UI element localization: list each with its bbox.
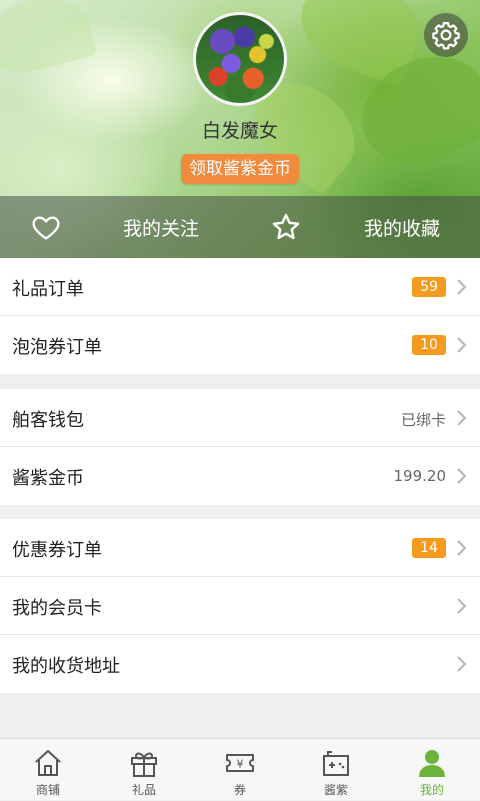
my-favorites-link[interactable]: 我的收藏 <box>240 196 480 258</box>
tab-coupons[interactable]: ¥ 券 <box>192 739 288 801</box>
settings-button[interactable] <box>424 13 468 57</box>
username: 白发魔女 <box>201 120 278 142</box>
ticket-icon: ¥ <box>226 754 254 772</box>
chevron-right-icon <box>457 598 467 614</box>
background-leaf <box>0 0 98 84</box>
count-badge: 59 <box>412 277 446 297</box>
shipping-address-row[interactable]: 我的收货地址 <box>0 635 480 693</box>
account-group: 优惠券订单 14 我的会员卡 我的收货地址 <box>0 519 480 693</box>
tab-label: 我的 <box>419 783 444 797</box>
quick-links-bar: 我的关注 我的收藏 <box>0 196 480 258</box>
tab-jiangzi[interactable]: 酱紫 <box>288 739 384 801</box>
gift-icon <box>131 752 157 777</box>
svg-text:¥: ¥ <box>237 758 244 771</box>
heart-icon <box>32 216 60 240</box>
membership-cards-row[interactable]: 我的会员卡 <box>0 577 480 635</box>
bubble-coupon-orders-row[interactable]: 泡泡券订单 10 <box>0 316 480 374</box>
my-favorites-label: 我的收藏 <box>364 218 441 240</box>
coupon-orders-row[interactable]: 优惠券订单 14 <box>0 519 480 577</box>
tab-label: 券 <box>233 783 246 797</box>
chevron-right-icon <box>457 540 467 556</box>
row-title: 礼品订单 <box>12 279 84 300</box>
gamepad-icon <box>323 751 349 776</box>
row-title: 我的收货地址 <box>12 656 120 677</box>
chevron-right-icon <box>457 468 467 484</box>
row-title: 我的会员卡 <box>12 598 102 619</box>
row-title: 舶客钱包 <box>12 410 84 431</box>
bottom-tab-bar: 商铺 礼品 ¥ 券 酱紫 我的 <box>0 738 480 800</box>
coins-row[interactable]: 酱紫金币 199.20 <box>0 447 480 505</box>
row-title: 酱紫金币 <box>12 468 84 489</box>
coin-balance: 199.20 <box>393 467 447 485</box>
chevron-right-icon <box>457 656 467 672</box>
gear-icon <box>432 22 460 50</box>
avatar[interactable] <box>193 12 287 106</box>
wallet-group: 舶客钱包 已绑卡 酱紫金币 199.20 <box>0 389 480 505</box>
wallet-row[interactable]: 舶客钱包 已绑卡 <box>0 389 480 447</box>
star-icon <box>272 213 300 240</box>
orders-group: 礼品订单 59 泡泡券订单 10 <box>0 258 480 374</box>
gift-orders-row[interactable]: 礼品订单 59 <box>0 258 480 316</box>
chevron-right-icon <box>457 410 467 426</box>
tab-label: 礼品 <box>131 783 156 797</box>
tab-label: 商铺 <box>35 783 60 797</box>
my-follows-label: 我的关注 <box>123 218 200 240</box>
chevron-right-icon <box>457 279 467 295</box>
row-title: 泡泡券订单 <box>12 337 102 358</box>
count-badge: 14 <box>412 538 446 558</box>
tab-shop[interactable]: 商铺 <box>0 739 96 801</box>
row-title: 优惠券订单 <box>12 540 102 561</box>
claim-coins-button[interactable]: 领取酱紫金币 <box>181 154 299 184</box>
house-icon <box>35 750 61 776</box>
tab-me[interactable]: 我的 <box>384 739 480 801</box>
person-icon <box>419 750 445 777</box>
chevron-right-icon <box>457 337 467 353</box>
tab-gifts[interactable]: 礼品 <box>96 739 192 801</box>
count-badge: 10 <box>412 335 446 355</box>
card-status: 已绑卡 <box>400 411 446 429</box>
my-follows-link[interactable]: 我的关注 <box>0 196 240 258</box>
profile-header: 白发魔女 领取酱紫金币 我的关注 我的收藏 <box>0 0 480 258</box>
tab-label: 酱紫 <box>323 783 348 797</box>
